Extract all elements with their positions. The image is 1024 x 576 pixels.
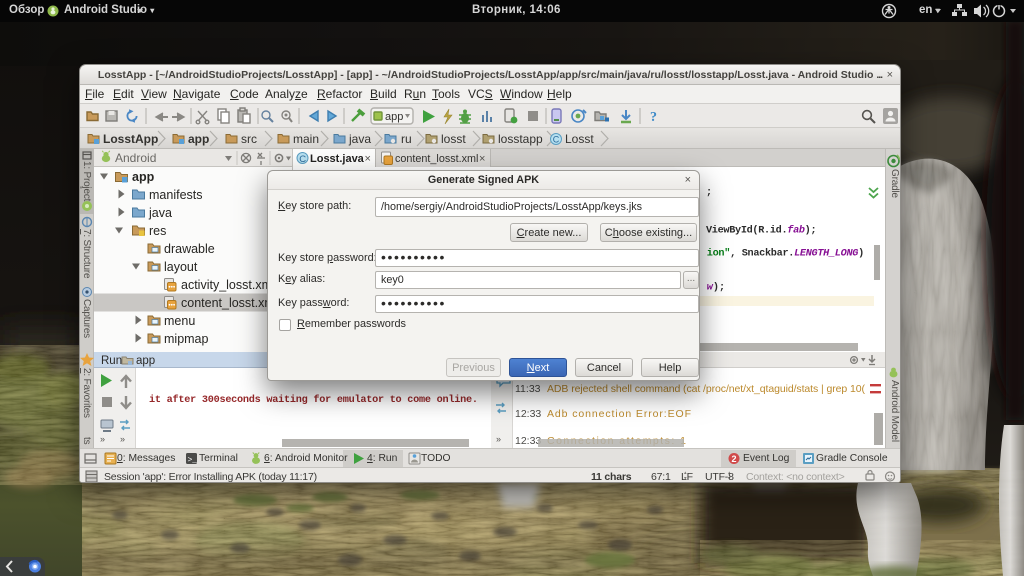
- svg-text:mipmap: mipmap: [164, 332, 209, 346]
- svg-text:2: 2: [732, 454, 737, 464]
- svg-text:src: src: [241, 132, 257, 146]
- svg-text:»: »: [120, 434, 125, 444]
- svg-text:it after 300seconds waiting fo: it after 300seconds waiting for emulator…: [149, 394, 478, 406]
- svg-text:w);: w);: [707, 281, 725, 293]
- svg-text:Adb connection Error:EOF: Adb connection Error:EOF: [547, 408, 691, 420]
- svg-text:main: main: [293, 132, 319, 146]
- svg-text:java: java: [348, 132, 371, 146]
- svg-text:11:33: 11:33: [515, 383, 541, 395]
- svg-text:app: app: [385, 111, 403, 123]
- svg-text:ion", Snackbar.LENGTH_LONG): ion", Snackbar.LENGTH_LONG): [707, 248, 864, 260]
- svg-text:java: java: [148, 206, 172, 220]
- svg-text:losst: losst: [441, 132, 466, 146]
- svg-text:12:33: 12:33: [515, 408, 541, 420]
- svg-text:ru: ru: [401, 132, 412, 146]
- svg-text:12:33: 12:33: [515, 435, 541, 447]
- svg-text:manifests: manifests: [149, 188, 203, 202]
- svg-text:content_losst.xml: content_losst.xml: [395, 153, 478, 165]
- svg-text:res: res: [149, 224, 166, 238]
- svg-text:layout: layout: [164, 260, 198, 274]
- svg-text:ViewById(R.id.fab);: ViewById(R.id.fab);: [706, 225, 817, 237]
- svg-text:LosstApp: LosstApp: [103, 132, 158, 146]
- svg-text:;: ;: [706, 188, 712, 199]
- svg-text:»: »: [496, 434, 501, 444]
- svg-text:»: »: [100, 434, 105, 444]
- svg-text:drawable: drawable: [164, 242, 215, 256]
- svg-text:app: app: [188, 132, 209, 146]
- svg-text:content_losst.xml: content_losst.xml: [181, 296, 278, 310]
- svg-text:Losst.java: Losst.java: [310, 153, 365, 165]
- svg-text:C: C: [299, 154, 306, 165]
- svg-text:?: ?: [650, 110, 657, 125]
- svg-text:menu: menu: [164, 314, 195, 328]
- svg-text:>_: >_: [188, 456, 198, 465]
- svg-text:×: ×: [365, 153, 371, 165]
- svg-text:C: C: [553, 135, 560, 145]
- svg-text:×: ×: [479, 153, 485, 165]
- svg-text:ADB rejected shell command (ca: ADB rejected shell command (cat /proc/ne…: [547, 383, 866, 395]
- svg-text:Losst: Losst: [565, 132, 594, 146]
- svg-text:Android: Android: [115, 151, 156, 165]
- svg-text:activity_losst.xml: activity_losst.xml: [181, 278, 275, 292]
- svg-text:losstapp: losstapp: [498, 132, 543, 146]
- svg-text:app: app: [132, 170, 155, 184]
